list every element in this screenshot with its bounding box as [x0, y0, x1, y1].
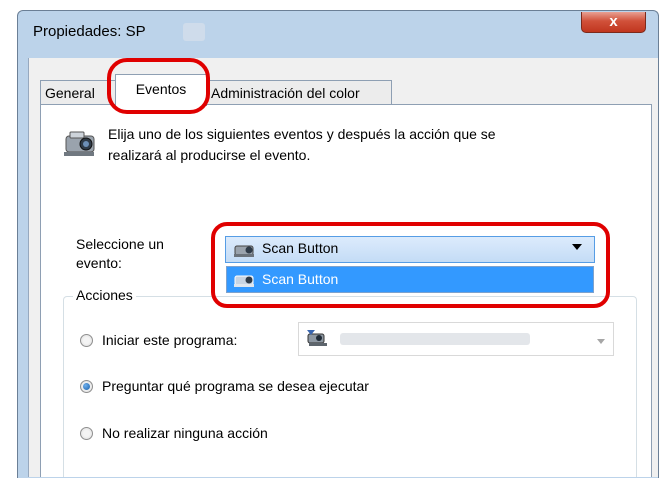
event-select-label-line-1: Seleccione un	[76, 236, 164, 252]
window-title: Propiedades: SP	[33, 23, 146, 40]
description-text: Elija uno de los siguientes eventos y de…	[108, 124, 496, 166]
highlight-combo-circle	[211, 222, 610, 308]
no-action-label: No realizar ninguna acción	[102, 425, 268, 441]
radio-ask-program[interactable]	[80, 380, 93, 393]
radio-no-action[interactable]	[80, 427, 93, 440]
scanner-camera-icon	[62, 124, 98, 163]
actions-legend: Acciones	[73, 287, 136, 303]
ask-program-label: Preguntar qué programa se desea ejecutar	[102, 378, 369, 394]
close-button[interactable]: x	[581, 12, 646, 33]
start-program-label: Iniciar este programa:	[102, 332, 238, 348]
event-select-label: Seleccione un evento:	[76, 235, 164, 273]
radio-start-program[interactable]	[80, 334, 93, 347]
tab-color-management[interactable]: Administración del color	[206, 80, 392, 104]
tab-general[interactable]: General	[40, 80, 116, 104]
event-select-label-line-2: evento:	[76, 255, 122, 271]
program-icon	[305, 328, 331, 353]
redacted-model-name	[183, 23, 205, 41]
highlight-tab-circle	[107, 58, 210, 114]
description-line-2: realizará al producirse el evento.	[108, 147, 311, 163]
description-line-1: Elija uno de los siguientes eventos y de…	[108, 126, 496, 142]
program-name-redacted	[340, 333, 530, 345]
program-chevron-down-icon[interactable]	[597, 339, 605, 344]
